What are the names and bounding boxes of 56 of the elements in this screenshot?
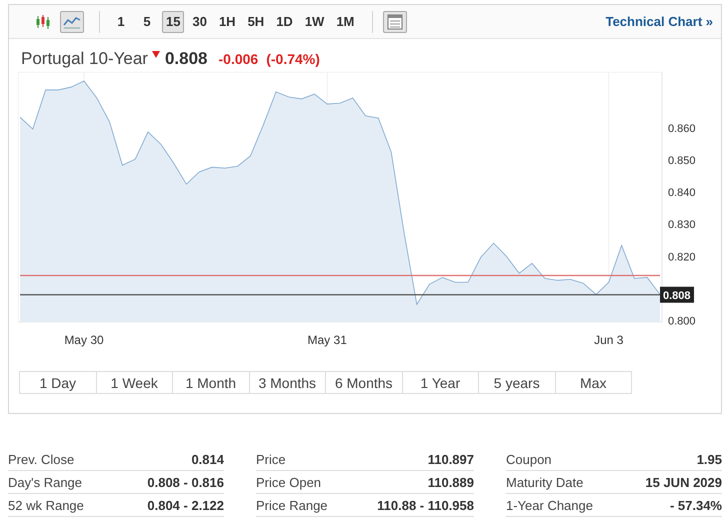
last-price: 0.808: [164, 49, 208, 69]
range-button[interactable]: 6 Months: [325, 371, 402, 394]
stat-label: Coupon: [506, 452, 552, 466]
range-button[interactable]: 3 Months: [248, 371, 326, 394]
range-button[interactable]: 1 Year: [402, 371, 479, 394]
stat-label: Price Open: [256, 474, 322, 490]
instrument-name: Portugal 10-Year: [21, 49, 148, 69]
table-icon: [387, 14, 404, 30]
y-axis-label: 0.800: [668, 315, 696, 328]
chart-type-button[interactable]: [60, 10, 84, 32]
range-button[interactable]: 1 Week: [96, 371, 173, 394]
x-axis-label: May 30: [64, 333, 104, 347]
stat-label: Prev. Close: [8, 452, 74, 466]
stat-value: 15 JUN 2029: [645, 474, 722, 490]
technical-chart-link[interactable]: Technical Chart »: [606, 14, 713, 29]
stat-label: Price: [256, 452, 286, 466]
y-axis-label: 0.850: [668, 155, 696, 168]
y-axis-label: 0.830: [668, 219, 696, 232]
percent-change: (-0.74%): [266, 51, 320, 67]
interval-button[interactable]: 5: [136, 10, 158, 32]
interval-button[interactable]: 15: [162, 10, 184, 32]
line-chart-icon: [63, 14, 81, 28]
stat-label: Maturity Date: [506, 474, 584, 490]
x-axis-label: Jun 3: [594, 333, 624, 347]
interval-button[interactable]: 5H: [244, 10, 268, 32]
interval-button[interactable]: 1W: [300, 10, 328, 32]
range-button[interactable]: Max: [554, 371, 632, 394]
interval-button[interactable]: 30: [188, 10, 211, 32]
interval-button[interactable]: 1D: [272, 10, 297, 32]
range-button[interactable]: 1 Day: [19, 371, 96, 394]
range-button[interactable]: 1 Month: [172, 371, 250, 394]
stat-value: 0.814: [191, 452, 224, 466]
interval-button[interactable]: 1H: [214, 10, 240, 32]
interval-button[interactable]: 1M: [332, 10, 358, 32]
table-button[interactable]: [383, 10, 408, 32]
y-axis-label: 0.840: [668, 187, 696, 200]
interval-button[interactable]: 1: [110, 10, 132, 32]
stat-label: 52 wk Range: [8, 498, 84, 512]
y-axis-label: 0.860: [668, 123, 696, 136]
stat-value: 110.889: [428, 474, 474, 490]
x-axis-label: May 31: [308, 333, 347, 347]
down-arrow-icon: [152, 51, 160, 58]
stat-value: - 57.34%: [670, 498, 722, 512]
stat-value: 110.897: [428, 452, 474, 466]
stat-value: 0.808 - 0.816: [147, 474, 224, 490]
range-button[interactable]: 5 years: [478, 371, 556, 394]
stat-value: 1.95: [696, 452, 722, 466]
stat-value: 110.88 - 110.958: [377, 498, 474, 512]
price-label: 0.808: [660, 286, 694, 303]
stat-label: 1-Year Change: [506, 498, 593, 512]
stat-value: 0.804 - 2.122: [147, 498, 224, 512]
y-axis-label: 0.820: [668, 251, 696, 264]
candlestick-icon: [35, 14, 51, 30]
stat-label: Day's Range: [8, 474, 82, 490]
price-change: -0.006: [218, 51, 258, 67]
stat-label: Price Range: [256, 498, 328, 512]
